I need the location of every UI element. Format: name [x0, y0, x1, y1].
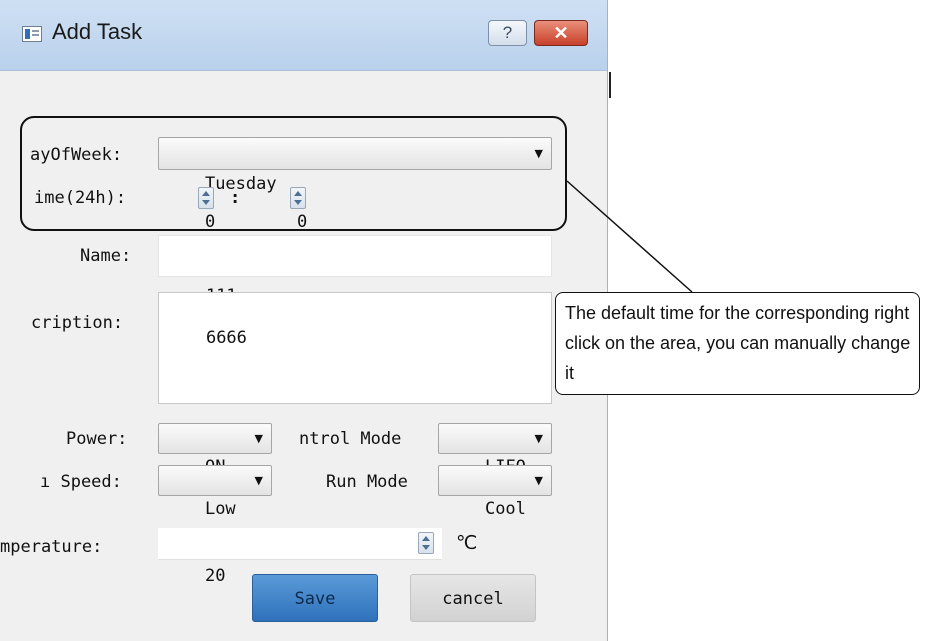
annotation-callout: The default time for the corresponding r… [555, 292, 920, 395]
